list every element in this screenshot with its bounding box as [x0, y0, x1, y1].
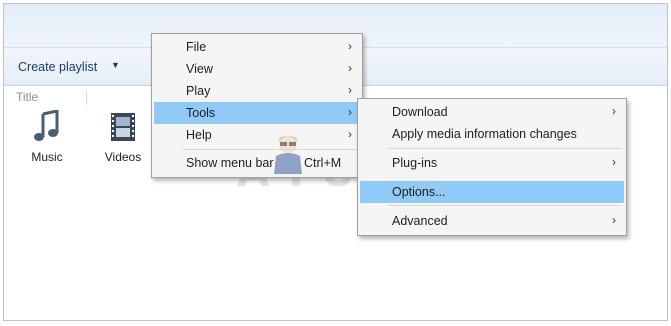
music-note-icon — [34, 110, 59, 141]
chevron-right-icon: › — [348, 61, 352, 75]
menu-item-download[interactable]: Download › — [360, 101, 624, 123]
menu-item-label: Download — [392, 105, 448, 119]
menu-item-plug-ins[interactable]: Plug-ins › — [360, 152, 624, 174]
chevron-right-icon: › — [348, 127, 352, 141]
menu-item-label: Options... — [392, 185, 446, 199]
menu-item-help[interactable]: Help › — [154, 124, 360, 146]
menu-item-file[interactable]: File › — [154, 36, 360, 58]
column-divider[interactable] — [86, 91, 87, 105]
menu-item-label: Help — [186, 128, 212, 142]
column-title[interactable]: Title — [16, 90, 38, 104]
chevron-right-icon: › — [348, 105, 352, 119]
menu-item-play[interactable]: Play › — [154, 80, 360, 102]
chevron-right-icon: › — [612, 104, 616, 118]
chevron-down-icon[interactable]: ▼ — [111, 60, 120, 70]
menu-item-tools[interactable]: Tools › — [154, 102, 360, 124]
menu-item-options[interactable]: Options... — [360, 181, 624, 203]
menu-item-label: Advanced — [392, 214, 448, 228]
menu-item-apply-media-info[interactable]: Apply media information changes — [360, 123, 624, 145]
menu-separator — [388, 205, 622, 206]
tools-submenu: Download › Apply media information chang… — [357, 98, 627, 236]
library-item-videos[interactable]: Videos — [93, 110, 153, 164]
library-item-label: Videos — [104, 150, 142, 164]
chevron-right-icon: › — [348, 83, 352, 97]
menu-item-label: File — [186, 40, 207, 54]
chevron-right-icon: › — [612, 155, 616, 169]
create-playlist-button[interactable]: Create playlist — [18, 60, 97, 74]
library-item-music[interactable]: Music — [17, 110, 77, 164]
menu-item-label: Apply media information changes — [392, 127, 577, 141]
watermark-mascot-icon — [274, 135, 302, 174]
chevron-right-icon: › — [348, 39, 352, 53]
menu-item-advanced[interactable]: Advanced › — [360, 210, 624, 232]
menu-item-show-menu-bar[interactable]: Show menu bar Ctrl+M — [154, 152, 360, 174]
menu-item-label: Plug-ins — [392, 156, 438, 170]
context-menu: File › View › Play › Tools › Help › Show… — [151, 33, 363, 178]
menu-item-label: Tools — [186, 106, 216, 120]
menu-separator — [388, 148, 622, 149]
chevron-right-icon: › — [612, 213, 616, 227]
menu-item-label: Show menu bar — [186, 156, 274, 170]
menu-item-label: Play — [186, 84, 211, 98]
menu-item-view[interactable]: View › — [154, 58, 360, 80]
menu-item-shortcut: Ctrl+M — [304, 156, 342, 170]
library-item-label: Music — [31, 150, 63, 164]
menu-item-label: View — [186, 62, 213, 76]
film-strip-icon — [111, 113, 135, 141]
